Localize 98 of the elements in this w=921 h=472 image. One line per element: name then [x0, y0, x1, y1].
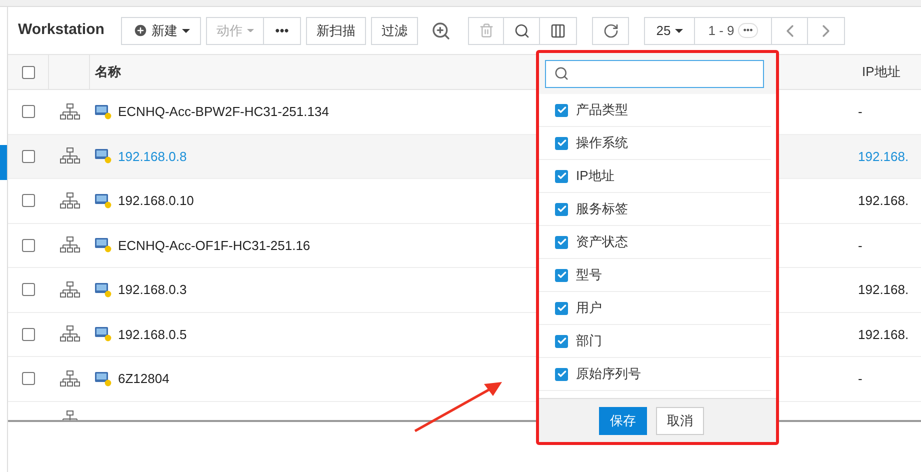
option-checkbox[interactable] — [555, 302, 568, 314]
device-name[interactable]: 192.168.0.10 — [118, 191, 194, 210]
ip-address: - — [857, 103, 862, 121]
select-all-checkbox[interactable] — [22, 66, 34, 78]
cancel-button[interactable]: 取消 — [656, 406, 704, 434]
network-icon — [60, 147, 80, 166]
check-icon — [556, 204, 566, 214]
column-search-field[interactable] — [545, 60, 764, 88]
search-icon — [554, 66, 569, 81]
network-icon — [60, 370, 80, 388]
device-name[interactable]: 192.168.0.3 — [118, 280, 187, 300]
column-header[interactable]: 名称 — [90, 62, 857, 82]
previous-page-button[interactable] — [772, 16, 808, 44]
plus-circle-icon — [132, 23, 148, 38]
caret-icon — [674, 28, 683, 32]
device-name[interactable]: ECNHQ-Acc-BPW2F-HC31-251.134 — [118, 102, 329, 122]
sidebar-highlight — [0, 145, 7, 180]
page-title: Workstation — [18, 20, 106, 40]
ip-address: 192.168. — [857, 281, 909, 299]
network-icon — [60, 236, 80, 254]
check-icon — [556, 237, 566, 247]
new-button[interactable]: 新建 — [121, 16, 201, 44]
computer-icon — [95, 148, 112, 164]
column-option[interactable]: 服务标签 — [539, 193, 771, 226]
option-checkbox[interactable] — [555, 268, 568, 282]
column-option[interactable]: 型号 — [539, 259, 771, 292]
row-checkbox[interactable] — [22, 150, 35, 163]
ip-address: - — [857, 236, 862, 254]
check-icon — [556, 138, 566, 148]
ip-address: 192.168. — [857, 326, 909, 344]
option-label: 资产状态 — [576, 233, 628, 252]
row-checkbox[interactable] — [22, 372, 35, 386]
option-label: 原始序列号 — [576, 365, 641, 384]
ip-address: - — [857, 370, 862, 388]
option-checkbox[interactable] — [555, 334, 568, 348]
check-icon — [556, 105, 566, 115]
column-option[interactable]: 资产状态 — [539, 226, 771, 259]
row-checkbox[interactable] — [22, 328, 35, 341]
check-icon — [556, 369, 566, 379]
column-option[interactable]: 产品类型 — [539, 94, 771, 127]
device-name[interactable]: 6Z12804 — [118, 369, 170, 388]
refresh-button[interactable] — [592, 16, 629, 44]
option-checkbox[interactable] — [555, 104, 568, 116]
range-text: 1 - 9 — [708, 22, 734, 40]
trash-icon — [478, 23, 494, 38]
refresh-icon — [602, 22, 618, 38]
column-header[interactable]: IP地址 — [857, 62, 900, 82]
save-button[interactable]: 保存 — [599, 406, 647, 434]
columns-icon — [550, 22, 566, 38]
row-checkbox[interactable] — [22, 238, 35, 252]
range-more-button[interactable]: ••• — [738, 23, 758, 38]
caret-icon — [182, 28, 190, 32]
computer-icon — [95, 370, 112, 387]
column-option[interactable]: IP地址 — [539, 160, 771, 193]
device-name[interactable]: ECNHQ-Acc-OF1F-HC31-251.16 — [118, 236, 310, 255]
check-icon — [556, 336, 566, 346]
option-label: 产品类型 — [576, 101, 628, 120]
row-checkbox[interactable] — [22, 194, 35, 208]
option-checkbox[interactable] — [555, 136, 568, 150]
column-option[interactable]: 原始序列号 — [539, 358, 771, 391]
network-icon — [60, 325, 80, 344]
caret-icon — [246, 28, 254, 32]
computer-icon — [95, 192, 112, 209]
computer-icon — [95, 104, 112, 120]
device-name[interactable]: 192.168.0.5 — [118, 324, 187, 344]
computer-icon — [95, 282, 112, 298]
network-icon — [60, 192, 80, 210]
option-checkbox[interactable] — [555, 236, 568, 248]
next-page-button[interactable] — [808, 16, 845, 44]
column-option[interactable]: 操作系统 — [539, 127, 771, 160]
network-icon — [60, 102, 80, 121]
column-option[interactable]: 部门 — [539, 325, 771, 358]
option-label: 操作系统 — [576, 134, 628, 152]
zoom-in-icon[interactable] — [431, 20, 451, 40]
option-label: 部门 — [576, 332, 602, 350]
page-size-dropdown[interactable]: 25 — [644, 16, 695, 44]
network-icon — [60, 280, 80, 299]
row-checkbox[interactable] — [22, 283, 35, 296]
option-checkbox[interactable] — [555, 170, 568, 182]
computer-icon — [95, 326, 112, 342]
option-label: 型号 — [576, 266, 602, 284]
check-icon — [556, 270, 566, 280]
ip-address: 192.168. — [857, 192, 909, 210]
option-checkbox[interactable] — [555, 202, 568, 216]
scan-button[interactable]: 新扫描 — [306, 16, 366, 44]
ip-address: 192.168. — [857, 148, 909, 166]
option-label: 服务标签 — [576, 200, 628, 218]
check-icon — [556, 303, 566, 313]
check-icon — [556, 171, 566, 181]
computer-icon — [95, 237, 112, 254]
columns-button[interactable] — [540, 16, 577, 44]
more-button[interactable]: ••• — [264, 16, 301, 44]
row-checkbox[interactable] — [22, 105, 35, 118]
search-button[interactable] — [504, 16, 540, 44]
filter-button[interactable]: 过滤 — [371, 16, 418, 44]
column-option[interactable]: 用户 — [539, 292, 771, 325]
search-icon — [514, 22, 530, 38]
option-checkbox[interactable] — [555, 368, 568, 380]
